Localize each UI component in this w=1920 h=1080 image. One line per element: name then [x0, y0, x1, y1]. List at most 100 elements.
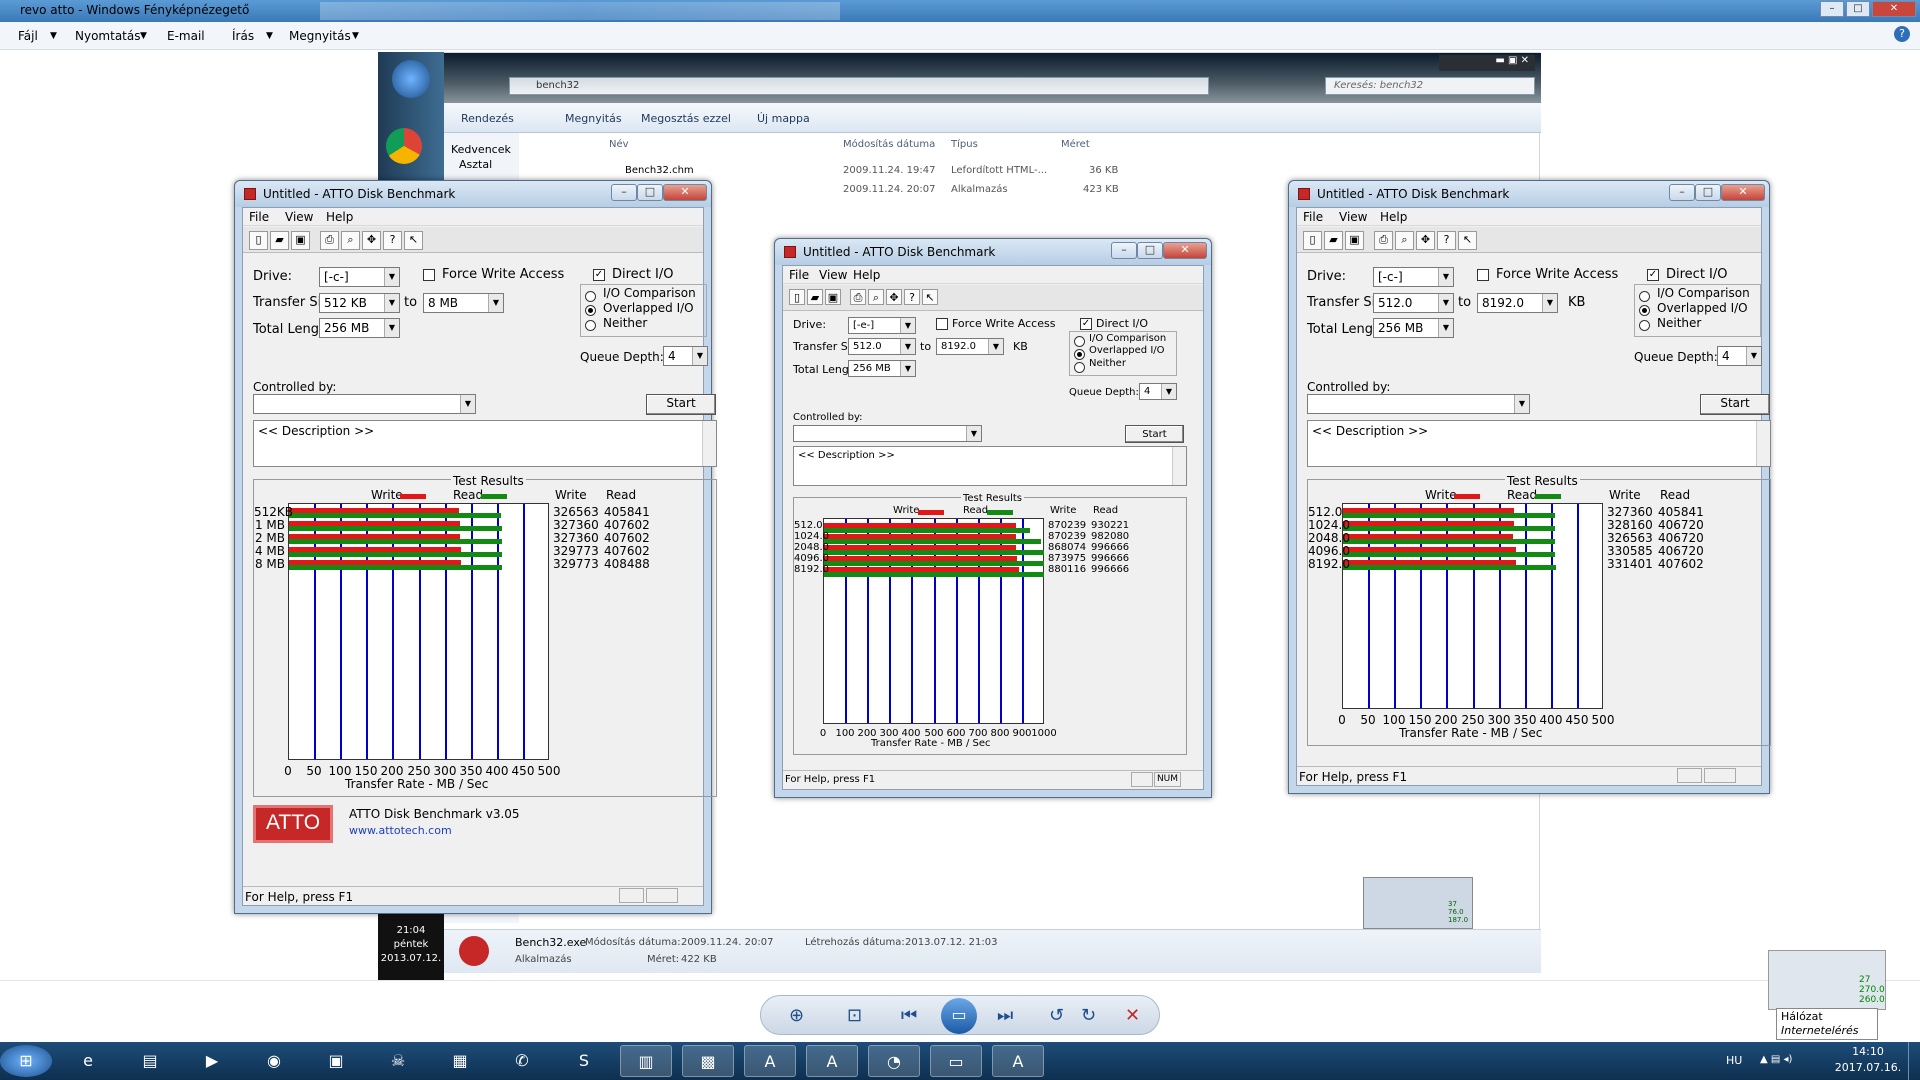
minimize-button[interactable]: –: [611, 184, 637, 201]
description-scrollbar[interactable]: [702, 421, 716, 466]
print-preview-icon[interactable]: ⌕: [868, 289, 884, 305]
transfer-to-select[interactable]: 8 MB ▼: [423, 293, 504, 313]
menu-file[interactable]: File: [789, 268, 809, 282]
minimize-button[interactable]: –: [1820, 1, 1844, 17]
new-file-icon[interactable]: ▯: [249, 231, 268, 250]
description-scrollbar[interactable]: [1172, 447, 1186, 485]
direct-io-checkbox[interactable]: ✓: [593, 269, 605, 281]
menu-open[interactable]: Megnyitás: [289, 29, 351, 43]
neither-radio[interactable]: [1074, 362, 1085, 373]
chevron-down-icon[interactable]: ▼: [1438, 268, 1453, 286]
toolbox-icon[interactable]: ▩: [682, 1045, 734, 1077]
chevron-down-icon[interactable]: ▼: [1746, 347, 1761, 365]
start-button[interactable]: Start: [1125, 425, 1184, 443]
transfer-from-select[interactable]: 512.0 ▼: [848, 338, 916, 355]
folder-icon[interactable]: ▤: [124, 1045, 176, 1077]
neither-radio[interactable]: [585, 320, 596, 331]
overlapped-io-radio[interactable]: [585, 305, 596, 316]
chevron-down-icon[interactable]: ▼: [384, 294, 399, 312]
delete-icon[interactable]: ✕: [1125, 1005, 1140, 1026]
chevron-down-icon[interactable]: ▼: [900, 361, 915, 376]
io-comparison-radio[interactable]: [1639, 291, 1650, 302]
description-scrollbar[interactable]: [1756, 421, 1770, 466]
about-icon[interactable]: ?: [383, 231, 402, 250]
next-icon[interactable]: ⏭: [997, 1005, 1013, 1026]
disk-tool-icon[interactable]: ◔: [868, 1045, 920, 1077]
atto-taskbar-icon[interactable]: A: [744, 1045, 796, 1077]
col-name[interactable]: Név: [609, 139, 629, 150]
context-help-icon[interactable]: ↖: [922, 289, 938, 305]
skype-icon[interactable]: S: [558, 1045, 610, 1077]
move-icon[interactable]: ✥: [886, 289, 902, 305]
io-comparison-radio[interactable]: [585, 291, 596, 302]
media-player-icon[interactable]: ▶: [186, 1045, 238, 1077]
transfer-from-select[interactable]: 512.0 ▼: [1373, 293, 1454, 313]
calculator-icon[interactable]: ▦: [434, 1045, 486, 1077]
print-preview-icon[interactable]: ⌕: [1395, 231, 1414, 250]
print-icon[interactable]: ⎙: [320, 231, 339, 250]
fit-icon[interactable]: ⊡: [847, 1005, 862, 1026]
network-icon[interactable]: ▥: [620, 1045, 672, 1077]
nav-favorites[interactable]: Kedvencek: [451, 143, 511, 156]
chevron-down-icon[interactable]: ▼: [900, 318, 915, 333]
io-comparison-radio[interactable]: [1074, 336, 1085, 347]
previous-icon[interactable]: ⏮: [901, 1005, 917, 1026]
close-button[interactable]: ✕: [663, 184, 707, 201]
nav-desktop[interactable]: Asztal: [459, 158, 492, 171]
total-length-select[interactable]: 256 MB ▼: [1373, 318, 1454, 338]
description-box[interactable]: << Description >>: [1307, 420, 1771, 467]
maximize-button[interactable]: □: [637, 184, 663, 201]
col-date[interactable]: Módosítás dátuma: [843, 139, 935, 150]
minimize-button[interactable]: –: [1111, 242, 1137, 259]
chevron-down-icon[interactable]: ▼: [488, 294, 503, 312]
atto-taskbar-icon[interactable]: A: [806, 1045, 858, 1077]
atto-window-3[interactable]: Untitled - ATTO Disk Benchmark – □ ✕ File Vie…: [1288, 180, 1771, 794]
menu-view[interactable]: View: [285, 210, 313, 224]
alien-icon[interactable]: ☠: [372, 1045, 424, 1077]
chevron-down-icon[interactable]: ▼: [988, 339, 1003, 354]
menu-file[interactable]: File: [1303, 210, 1323, 224]
atto-taskbar-icon[interactable]: A: [992, 1045, 1044, 1077]
cmd-new-folder[interactable]: Új mappa: [757, 112, 810, 125]
description-box[interactable]: << Description >>: [793, 446, 1187, 486]
force-write-checkbox[interactable]: [1477, 269, 1489, 281]
menu-print[interactable]: Nyomtatás: [75, 29, 140, 43]
menu-help[interactable]: Help: [853, 268, 880, 282]
open-folder-icon[interactable]: ▰: [807, 289, 823, 305]
open-folder-icon[interactable]: ▰: [270, 231, 289, 250]
chevron-down-icon[interactable]: ▼: [900, 339, 915, 354]
about-icon[interactable]: ?: [1437, 231, 1456, 250]
total-length-select[interactable]: 256 MB ▼: [319, 318, 400, 338]
new-file-icon[interactable]: ▯: [789, 289, 805, 305]
help-icon[interactable]: ?: [1894, 26, 1910, 42]
tray-time[interactable]: 14:10: [1838, 1045, 1898, 1058]
address-bar[interactable]: bench32: [509, 77, 1209, 95]
col-size[interactable]: Méret: [1061, 139, 1090, 150]
menu-file[interactable]: Fájl: [18, 29, 38, 43]
search-input[interactable]: Keresés: bench32: [1325, 77, 1535, 95]
neither-radio[interactable]: [1639, 320, 1650, 331]
direct-io-checkbox[interactable]: ✓: [1647, 269, 1659, 281]
start-button[interactable]: Start: [646, 394, 716, 415]
context-help-icon[interactable]: ↖: [404, 231, 423, 250]
menu-email[interactable]: E-mail: [167, 29, 205, 43]
maximize-button[interactable]: □: [1695, 184, 1721, 201]
menu-help[interactable]: Help: [1380, 210, 1407, 224]
zoom-icon[interactable]: ⊕: [789, 1005, 804, 1026]
direct-io-checkbox[interactable]: ✓: [1080, 318, 1092, 330]
overlapped-io-radio[interactable]: [1074, 349, 1085, 360]
atto-window-1[interactable]: Untitled - ATTO Disk Benchmark – □ ✕ File Vie…: [234, 180, 717, 914]
print-preview-icon[interactable]: ⌕: [341, 231, 360, 250]
menu-view[interactable]: View: [1339, 210, 1367, 224]
rotate-left-icon[interactable]: ↺: [1049, 1005, 1064, 1026]
menu-burn[interactable]: Írás: [232, 29, 254, 43]
queue-depth-select[interactable]: 4 ▼: [1139, 383, 1177, 400]
minimize-button[interactable]: –: [1669, 184, 1695, 201]
chevron-down-icon[interactable]: ▼: [1542, 294, 1557, 312]
cmd-share[interactable]: Megosztás ezzel: [641, 112, 731, 125]
save-icon[interactable]: ▣: [1345, 231, 1364, 250]
cmd-open[interactable]: Megnyitás: [565, 112, 622, 125]
transfer-to-select[interactable]: 8192.0 ▼: [1477, 293, 1558, 313]
controlled-by-select[interactable]: ▼: [1307, 394, 1530, 414]
transfer-to-select[interactable]: 8192.0 ▼: [936, 338, 1004, 355]
